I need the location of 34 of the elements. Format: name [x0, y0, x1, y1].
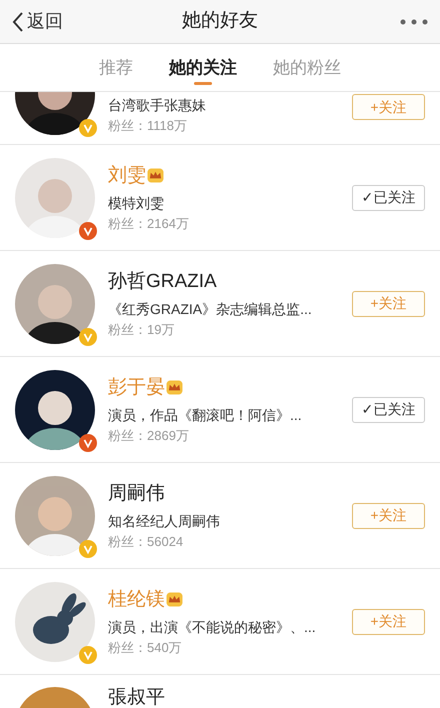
follow-button[interactable]: +关注: [352, 290, 425, 316]
fans-count: 粉丝：2869万: [108, 426, 190, 444]
user-name[interactable]: 彭于晏: [108, 374, 165, 400]
page-title: 她的好友: [181, 9, 259, 34]
follow-button[interactable]: +关注: [352, 608, 425, 634]
user-description: 演员，出演《不能说的秘密》、...: [108, 618, 317, 636]
follow-button[interactable]: ✓已关注: [352, 396, 425, 422]
user-description: 知名经纪人周嗣伟: [108, 512, 221, 530]
user-name[interactable]: 刘雯: [108, 162, 146, 188]
crown-icon: [166, 380, 183, 395]
fans-count: 粉丝：19万: [108, 320, 176, 338]
user-name[interactable]: 張叔平: [108, 685, 165, 708]
follow-button[interactable]: +关注: [352, 502, 425, 528]
tab[interactable]: 她的粉丝: [273, 44, 341, 91]
user-name[interactable]: 桂纶镁: [108, 586, 165, 612]
tab[interactable]: 推荐: [99, 44, 133, 91]
fans-count: 粉丝：540万: [108, 638, 183, 656]
user-name[interactable]: 周嗣伟: [108, 480, 165, 506]
follow-button[interactable]: +关注: [352, 94, 425, 120]
fans-count: 粉丝：1118万: [108, 117, 188, 135]
tab[interactable]: 她的关注: [169, 44, 237, 91]
fans-count: 粉丝：2164万: [108, 214, 190, 232]
crown-icon: [147, 168, 164, 183]
back-button[interactable]: 返回: [12, 8, 102, 35]
user-description: 《红秀GRAZIA》杂志编辑总监...: [108, 300, 313, 318]
tab-indicator: [194, 82, 212, 85]
user-description: 台湾歌手张惠妹: [108, 96, 207, 115]
follow-button[interactable]: ✓已关注: [352, 184, 425, 210]
user-description: 模特刘雯: [108, 194, 165, 212]
fans-count: 粉丝：56024: [108, 532, 184, 550]
crown-icon: [166, 592, 183, 607]
more-icon[interactable]: [400, 18, 428, 24]
user-name[interactable]: 孙哲GRAZIA: [108, 268, 217, 294]
user-description: 演员，作品《翻滚吧！阿信》...: [108, 406, 303, 424]
